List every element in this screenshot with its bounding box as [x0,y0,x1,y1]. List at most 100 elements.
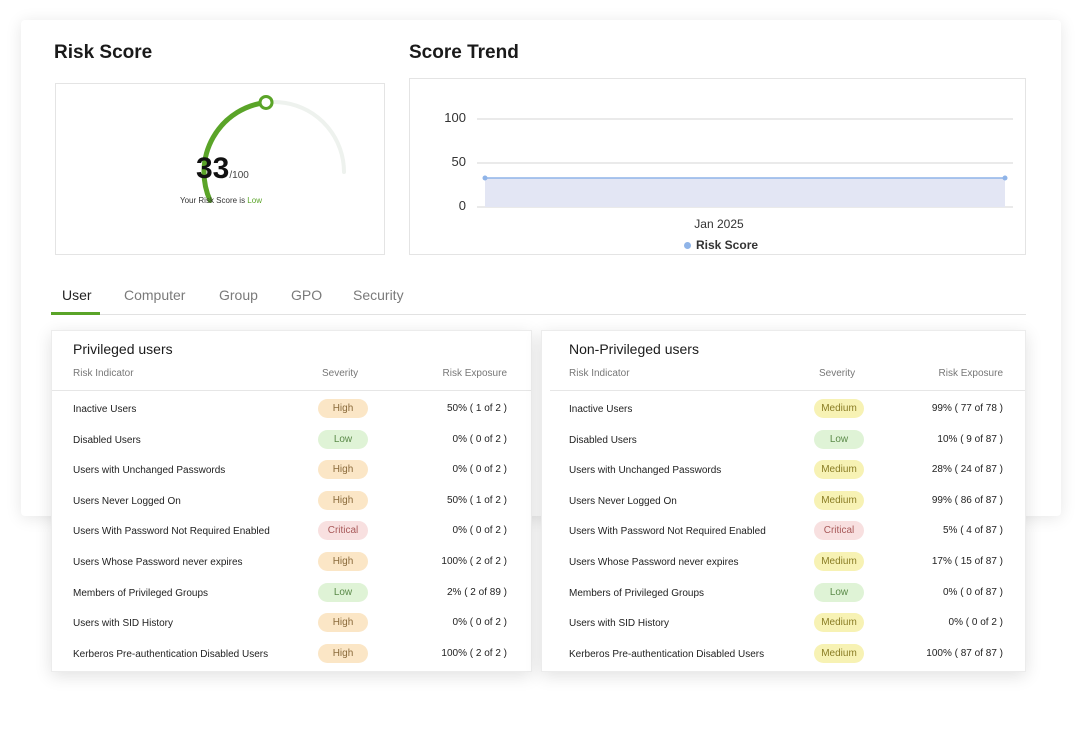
severity-badge: Low [318,429,368,449]
risk-exposure-value[interactable]: 0% ( 0 of 2 ) [453,434,507,445]
table-row[interactable]: Users With Password Not Required Enabled… [52,517,531,547]
tab-user[interactable]: User [62,287,92,303]
risk-exposure-value[interactable]: 0% ( 0 of 2 ) [949,617,1003,628]
risk-indicator-name[interactable]: Users With Password Not Required Enabled [73,526,270,537]
table-title: Privileged users [73,341,173,357]
column-header-exposure: Risk Exposure [442,368,507,379]
score-level: Low [247,196,262,205]
header-divider [52,390,531,391]
severity-badge: High [318,399,368,418]
risk-indicator-name[interactable]: Users with SID History [73,618,173,629]
risk-exposure-value[interactable]: 50% ( 1 of 2 ) [447,403,507,414]
data-point[interactable] [1002,175,1008,181]
risk-exposure-value[interactable]: 2% ( 2 of 89 ) [447,587,507,598]
column-header-indicator: Risk Indicator [569,368,630,379]
table-row[interactable]: Users with SID History High 0% ( 0 of 2 ) [52,609,531,639]
table-row[interactable]: Members of Privileged Groups Low 0% ( 0 of… [542,579,1025,609]
severity-badge: High [318,460,368,480]
severity-badge: High [318,490,368,510]
score-caption: Your Risk Score is Low [56,196,386,205]
table-row[interactable]: Users Whose Password never expires High 10… [52,548,531,578]
risk-indicator-name[interactable]: Users Never Logged On [73,496,181,507]
risk-exposure-value[interactable]: 99% ( 86 of 87 ) [932,495,1003,506]
risk-exposure-value[interactable]: 0% ( 0 of 2 ) [453,464,507,475]
column-header-severity: Severity [819,368,856,379]
severity-badge: Medium [814,460,864,480]
tab-gpo[interactable]: GPO [291,287,322,303]
risk-exposure-value[interactable]: 28% ( 24 of 87 ) [932,464,1003,475]
risk-indicator-name[interactable]: Users Never Logged On [569,496,677,507]
privileged-users-table: Privileged users Risk Indicator Severity… [51,330,532,672]
risk-exposure-value[interactable]: 100% ( 2 of 2 ) [441,648,507,659]
severity-badge: Low [814,582,864,602]
risk-indicator-name[interactable]: Users With Password Not Required Enabled [569,526,766,537]
risk-exposure-value[interactable]: 5% ( 4 of 87 ) [943,525,1003,536]
score-caption-prefix: Your Risk Score is [180,196,248,205]
data-point[interactable] [482,175,488,181]
table-row[interactable]: Inactive Users High 50% ( 1 of 2 ) [52,395,531,425]
y-tick-label: 0 [458,198,466,213]
risk-indicator-name[interactable]: Users with SID History [569,618,669,629]
risk-indicator-name[interactable]: Members of Privileged Groups [569,588,704,599]
risk-exposure-value[interactable]: 99% ( 77 of 78 ) [932,403,1003,414]
risk-exposure-value[interactable]: 100% ( 87 of 87 ) [926,648,1003,659]
score-number: 33 [196,152,230,185]
table-row[interactable]: Users Never Logged On Medium 99% ( 86 of 8… [542,487,1025,517]
risk-exposure-value[interactable]: 10% ( 9 of 87 ) [937,434,1003,445]
severity-badge: Low [318,582,368,602]
column-header-severity: Severity [322,368,359,379]
table-row[interactable]: Inactive Users Medium 99% ( 77 of 78 ) [542,395,1025,425]
table-row[interactable]: Kerberos Pre-authentication Disabled Use… [52,640,531,670]
x-tick-label: Jan 2025 [694,217,744,231]
table-row[interactable]: Users with Unchanged Passwords High 0% ( 0… [52,456,531,486]
severity-badge: Medium [814,613,864,633]
risk-indicator-name[interactable]: Inactive Users [569,404,632,415]
table-row[interactable]: Members of Privileged Groups Low 2% ( 2 of… [52,579,531,609]
chart-legend[interactable]: Risk Score [684,238,758,252]
severity-badge: High [318,643,368,663]
tab-computer[interactable]: Computer [124,287,185,303]
non-privileged-users-table: Non-Privileged users Risk Indicator Seve… [541,330,1026,672]
table-row[interactable]: Disabled Users Low 0% ( 0 of 2 ) [52,426,531,456]
category-tabs: User Computer Group GPO Security [51,283,1026,315]
column-header-exposure: Risk Exposure [938,368,1003,379]
severity-badge: Critical [814,521,864,541]
risk-indicator-name[interactable]: Users with Unchanged Passwords [569,465,721,476]
table-row[interactable]: Kerberos Pre-authentication Disabled Use… [542,640,1025,670]
risk-indicator-name[interactable]: Disabled Users [569,435,637,446]
active-tab-indicator [51,312,100,315]
table-row[interactable]: Users with Unchanged Passwords Medium 28% … [542,456,1025,486]
risk-score-value: 33/100 [196,152,249,186]
risk-score-gauge-panel: 33/100 Your Risk Score is Low [55,83,385,255]
risk-indicator-name[interactable]: Kerberos Pre-authentication Disabled Use… [73,649,268,660]
risk-indicator-name[interactable]: Users Whose Password never expires [73,557,243,568]
risk-indicator-name[interactable]: Members of Privileged Groups [73,588,208,599]
legend-marker [684,241,691,249]
header-divider [550,390,1025,391]
severity-badge: High [318,552,368,571]
risk-exposure-value[interactable]: 100% ( 2 of 2 ) [441,556,507,567]
table-row[interactable]: Users With Password Not Required Enabled… [542,517,1025,547]
score-trend-chart: 0 50 100 Jan 2025 Risk Score [409,78,1026,255]
tab-group[interactable]: Group [219,287,258,303]
table-row[interactable]: Users Never Logged On High 50% ( 1 of 2 ) [52,487,531,517]
risk-exposure-value[interactable]: 0% ( 0 of 87 ) [943,587,1003,598]
severity-badge: Medium [814,552,864,571]
risk-indicator-name[interactable]: Users Whose Password never expires [569,557,739,568]
risk-exposure-value[interactable]: 17% ( 15 of 87 ) [932,556,1003,567]
risk-indicator-name[interactable]: Disabled Users [73,435,141,446]
gauge-knob [258,94,274,110]
risk-indicator-name[interactable]: Kerberos Pre-authentication Disabled Use… [569,649,764,660]
series-area [485,177,1005,207]
tab-security[interactable]: Security [353,287,404,303]
risk-indicator-name[interactable]: Users with Unchanged Passwords [73,465,225,476]
table-row[interactable]: Disabled Users Low 10% ( 9 of 87 ) [542,426,1025,456]
severity-badge: Medium [814,643,864,663]
risk-exposure-value[interactable]: 0% ( 0 of 2 ) [453,525,507,536]
risk-indicator-name[interactable]: Inactive Users [73,404,136,415]
table-row[interactable]: Users Whose Password never expires Medium… [542,548,1025,578]
risk-exposure-value[interactable]: 50% ( 1 of 2 ) [447,495,507,506]
risk-exposure-value[interactable]: 0% ( 0 of 2 ) [453,617,507,628]
y-tick-label: 100 [444,110,466,125]
table-row[interactable]: Users with SID History Medium 0% ( 0 of 2 … [542,609,1025,639]
